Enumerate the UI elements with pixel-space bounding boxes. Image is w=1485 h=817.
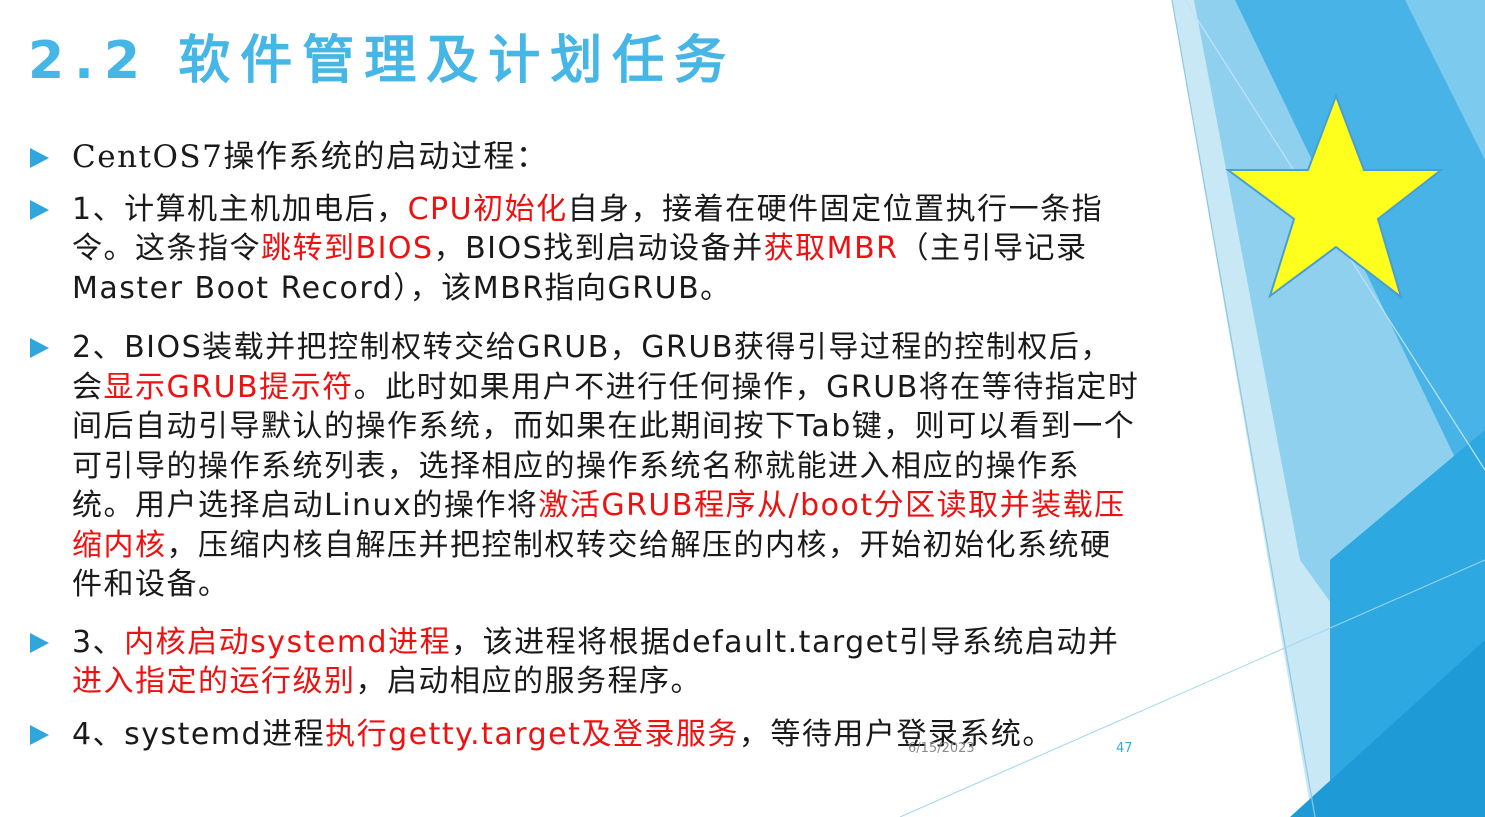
bullet-text-segment: ，等待用户登录系统。 bbox=[738, 716, 1054, 752]
highlighted-text: 执行getty.target及登录服务 bbox=[325, 716, 739, 752]
bullet-item: 1、计算机主机加电后，CPU初始化自身，接着在硬件固定位置执行一条指令。这条指令… bbox=[30, 190, 1140, 309]
bullet-text-segment: 3、 bbox=[72, 624, 125, 660]
bullet-text-segment: CentOS7操作系统的启动过程： bbox=[72, 139, 549, 175]
bullet-text: 4、systemd进程执行getty.target及登录服务，等待用户登录系统。 bbox=[72, 715, 1140, 755]
bullet-text: 3、内核启动systemd进程，该进程将根据default.target引导系统… bbox=[72, 623, 1140, 702]
highlighted-text: 内核启动systemd进程 bbox=[124, 624, 452, 660]
highlighted-text: 显示GRUB提示符 bbox=[103, 369, 354, 405]
bullet-item: CentOS7操作系统的启动过程： bbox=[30, 138, 1140, 178]
bullet-item: 3、内核启动systemd进程，该进程将根据default.target引导系统… bbox=[30, 623, 1140, 702]
bullet-text-segment: ，压缩内核自解压并把控制权转交给解压的内核，开始初始化系统硬件和设备。 bbox=[72, 527, 1112, 603]
footer-date: 6/15/2023 bbox=[908, 741, 975, 756]
triangle-right-icon bbox=[30, 338, 49, 358]
triangle-right-icon bbox=[30, 199, 49, 220]
bullet-item: 2、BIOS装载并把控制权转交给GRUB，GRUB获得引导过程的控制权后，会显示… bbox=[30, 328, 1140, 605]
bullet-text-segment: ，BIOS找到启动设备并 bbox=[433, 231, 764, 266]
triangle-right-icon bbox=[30, 724, 49, 745]
bullet-text: 1、计算机主机加电后，CPU初始化自身，接着在硬件固定位置执行一条指令。这条指令… bbox=[72, 190, 1140, 309]
highlighted-text: 跳转到BIOS bbox=[261, 231, 434, 266]
bullet-text: CentOS7操作系统的启动过程： bbox=[72, 138, 1140, 178]
triangle-right-icon bbox=[30, 632, 49, 653]
highlighted-text: CPU初始化 bbox=[407, 191, 568, 227]
bullet-text-segment: 4、systemd进程 bbox=[72, 716, 326, 752]
highlighted-text: 获取MBR bbox=[763, 231, 899, 266]
bullet-list: CentOS7操作系统的启动过程： 1、计算机主机加电后，CPU初始化自身，接着… bbox=[30, 138, 1140, 754]
slide-number: 47 bbox=[1116, 741, 1133, 756]
bullet-text-segment: ，该进程将根据default.target引导系统启动并 bbox=[451, 624, 1120, 660]
slide-title: 2.2 软件管理及计划任务 bbox=[28, 31, 737, 91]
triangle-right-icon bbox=[30, 148, 49, 168]
presentation-slide: 2.2 软件管理及计划任务 CentOS7操作系统的启动过程： 1、计算机主机加… bbox=[0, 0, 1485, 817]
bullet-text: 2、BIOS装载并把控制权转交给GRUB，GRUB获得引导过程的控制权后，会显示… bbox=[72, 328, 1140, 605]
highlighted-text: 进入指定的运行级别 bbox=[72, 664, 356, 699]
bullet-text-segment: ，启动相应的服务程序。 bbox=[355, 664, 702, 699]
bullet-text-segment: 1、计算机主机加电后， bbox=[72, 191, 408, 227]
